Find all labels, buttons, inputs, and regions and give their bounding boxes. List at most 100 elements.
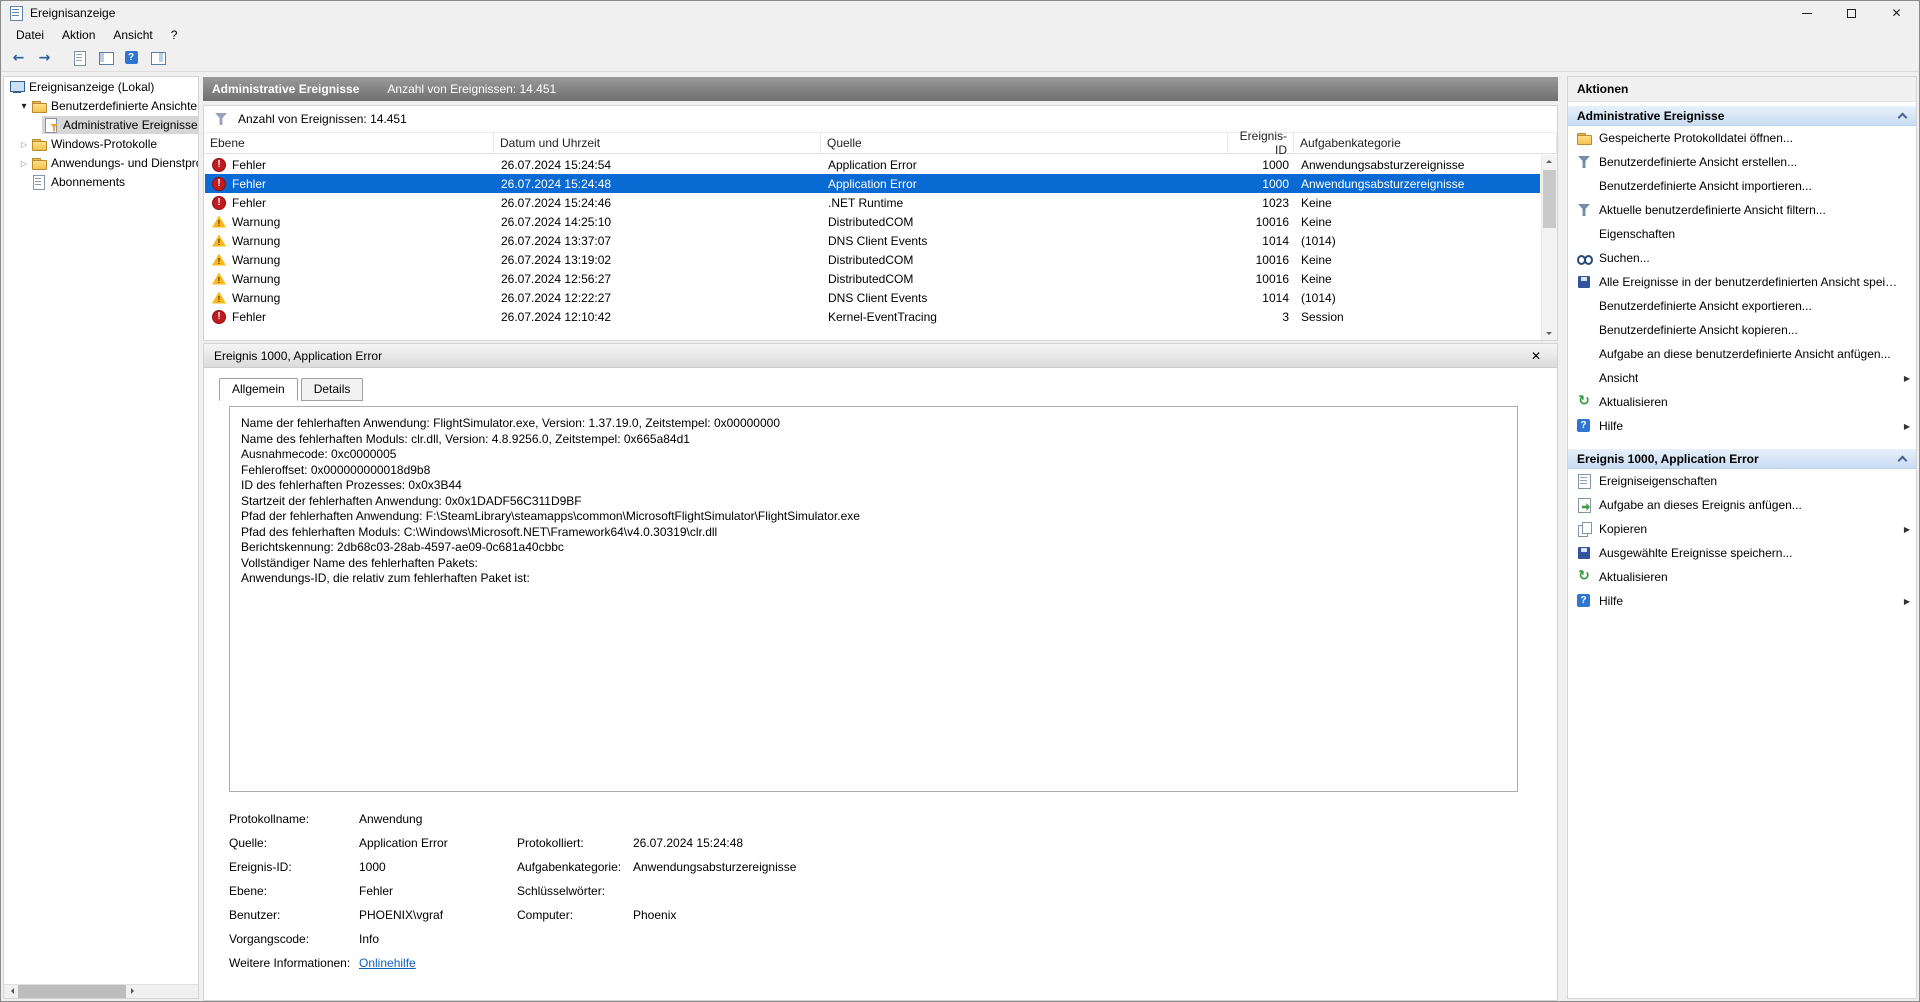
action-item[interactable]: Kopieren ▶ xyxy=(1568,517,1916,541)
action-item[interactable]: Aufgabe an dieses Ereignis anfügen... ▶ xyxy=(1568,493,1916,517)
action-item[interactable]: Benutzerdefinierte Ansicht exportieren..… xyxy=(1568,294,1916,318)
tree-label: Administrative Ereignisse xyxy=(63,117,198,132)
action-item[interactable]: Aktualisieren ▶ xyxy=(1568,565,1916,589)
event-row[interactable]: Fehler 26.07.2024 15:24:54 Application E… xyxy=(205,155,1540,174)
expander-closed-icon[interactable] xyxy=(18,134,30,153)
event-date-cell: 26.07.2024 14:25:10 xyxy=(501,214,612,229)
view-title: Administrative Ereignisse xyxy=(212,82,360,96)
action-section-header[interactable]: Ereignis 1000, Application Error xyxy=(1568,448,1916,469)
tree-item-root[interactable]: Ereignisanzeige (Lokal) xyxy=(4,77,198,96)
toolbar-button[interactable] xyxy=(145,47,170,70)
submenu-arrow-icon: ▶ xyxy=(1903,421,1910,431)
action-item[interactable]: Aufgabe an diese benutzerdefinierte Ansi… xyxy=(1568,342,1916,366)
action-item[interactable]: Ereigniseigenschaften ▶ xyxy=(1568,469,1916,493)
scroll-up-icon[interactable] xyxy=(1542,155,1557,169)
maximize-button[interactable] xyxy=(1829,1,1874,25)
events-list: Anzahl von Ereignissen: 14.451 Ebene Dat… xyxy=(203,105,1558,341)
toolbar-button[interactable] xyxy=(119,47,144,70)
tree-label: Ereignisanzeige (Lokal) xyxy=(29,79,155,94)
toolbar-button[interactable] xyxy=(32,47,57,70)
minimize-button[interactable] xyxy=(1784,1,1829,25)
column-header-event-id[interactable]: Ereignis-ID xyxy=(1228,129,1294,157)
tab-details[interactable]: Details xyxy=(300,378,364,401)
tree-item-windows-logs[interactable]: Windows-Protokolle xyxy=(4,134,198,153)
toggle-console-tree-icon xyxy=(98,50,114,66)
menu-item[interactable]: Ansicht xyxy=(104,26,161,44)
expander-open-icon[interactable] xyxy=(18,96,30,115)
submenu-arrow-icon: ▶ xyxy=(1903,596,1910,606)
menu-item[interactable]: ? xyxy=(162,26,187,44)
action-item[interactable]: Eigenschaften ▶ xyxy=(1568,222,1916,246)
event-level-cell: Fehler xyxy=(205,195,495,210)
event-row[interactable]: Warnung 26.07.2024 12:22:27 DNS Client E… xyxy=(205,288,1540,307)
action-item[interactable]: Suchen... ▶ xyxy=(1568,246,1916,270)
computer-icon xyxy=(9,79,25,95)
action-item[interactable]: Ausgewählte Ereignisse speichern... ▶ xyxy=(1568,541,1916,565)
column-header-task-category[interactable]: Aufgabenkategorie xyxy=(1294,133,1557,153)
no-icon xyxy=(1576,226,1592,242)
toolbar-button[interactable] xyxy=(6,47,31,70)
tree-item-administrative-events[interactable]: Administrative Ereignisse xyxy=(4,115,198,134)
tree-item-app-service-logs[interactable]: Anwendungs- und Dienstprotokolle xyxy=(4,153,198,172)
event-row[interactable]: Fehler 26.07.2024 15:24:48 Application E… xyxy=(205,174,1540,193)
action-item[interactable]: Benutzerdefinierte Ansicht importieren..… xyxy=(1568,174,1916,198)
close-button[interactable]: ✕ xyxy=(1874,1,1919,25)
field-value: Phoenix xyxy=(633,908,677,922)
tree-horizontal-scrollbar[interactable] xyxy=(4,984,198,998)
event-row[interactable]: Fehler 26.07.2024 12:10:42 Kernel-EventT… xyxy=(205,307,1540,326)
event-row[interactable]: Warnung 26.07.2024 13:37:07 DNS Client E… xyxy=(205,231,1540,250)
action-item[interactable]: Gespeicherte Protokolldatei öffnen... ▶ xyxy=(1568,126,1916,150)
tree-item-subscriptions[interactable]: Abonnements xyxy=(4,172,198,191)
section-title: Administrative Ereignisse xyxy=(1577,108,1725,123)
collapse-chevron-icon[interactable] xyxy=(1896,452,1910,466)
field-value: 1000 xyxy=(359,860,386,874)
event-row[interactable]: Warnung 26.07.2024 13:19:02 DistributedC… xyxy=(205,250,1540,269)
scrollbar-thumb[interactable] xyxy=(18,985,126,998)
event-source-cell: DNS Client Events xyxy=(828,233,928,248)
menu-item[interactable]: Datei xyxy=(7,26,53,44)
action-item[interactable]: Ansicht ▶ xyxy=(1568,366,1916,390)
tree-item-custom-views[interactable]: Benutzerdefinierte Ansichten xyxy=(4,96,198,115)
scroll-right-icon[interactable] xyxy=(126,985,140,998)
actions-pane: Aktionen Administrative Ereignisse Gespe… xyxy=(1567,76,1917,999)
expander-closed-icon[interactable] xyxy=(18,153,30,172)
event-row[interactable]: Warnung 26.07.2024 14:25:10 DistributedC… xyxy=(205,212,1540,231)
action-item[interactable]: Benutzerdefinierte Ansicht erstellen... … xyxy=(1568,150,1916,174)
action-item[interactable]: Alle Ereignisse in der benutzerdefiniert… xyxy=(1568,270,1916,294)
scroll-down-icon[interactable] xyxy=(1542,326,1557,340)
toolbar-button[interactable] xyxy=(67,47,92,70)
event-text-line: Berichtskennung: 2db68c03-28ab-4597-ae09… xyxy=(241,540,564,554)
event-id-cell: 10016 xyxy=(1255,214,1289,229)
no-icon xyxy=(1576,346,1592,362)
column-header-source[interactable]: Quelle xyxy=(821,133,1228,153)
action-section-header[interactable]: Administrative Ereignisse xyxy=(1568,105,1916,126)
column-header-level[interactable]: Ebene xyxy=(204,133,494,153)
no-icon xyxy=(1576,178,1592,194)
events-vertical-scrollbar[interactable] xyxy=(1541,155,1557,340)
action-item[interactable]: Hilfe ▶ xyxy=(1568,589,1916,613)
event-level-cell: Warnung xyxy=(205,215,495,229)
field-row: Ereignis-ID: 1000 Aufgabenkategorie: Anw… xyxy=(229,855,1517,879)
event-id-cell: 1023 xyxy=(1262,195,1289,210)
event-row[interactable]: Warnung 26.07.2024 12:56:27 DistributedC… xyxy=(205,269,1540,288)
close-detail-icon[interactable]: ✕ xyxy=(1525,349,1547,363)
custom-view-icon xyxy=(43,117,59,133)
event-row[interactable]: Fehler 26.07.2024 15:24:46 .NET Runtime … xyxy=(205,193,1540,212)
tab-allgemein[interactable]: Allgemein xyxy=(219,378,298,401)
detail-header: Ereignis 1000, Application Error ✕ xyxy=(204,344,1557,368)
submenu-arrow-icon: ▶ xyxy=(1903,373,1910,383)
action-item[interactable]: Hilfe ▶ xyxy=(1568,414,1916,438)
warning-icon xyxy=(212,272,226,286)
scroll-left-icon[interactable] xyxy=(4,985,18,998)
collapse-chevron-icon[interactable] xyxy=(1896,109,1910,123)
action-item[interactable]: Aktuelle benutzerdefinierte Ansicht filt… xyxy=(1568,198,1916,222)
online-help-link[interactable]: Onlinehilfe xyxy=(359,956,517,970)
action-item[interactable]: Aktualisieren ▶ xyxy=(1568,390,1916,414)
scrollbar-thumb[interactable] xyxy=(1543,170,1556,228)
column-header-date[interactable]: Datum und Uhrzeit xyxy=(494,133,821,153)
menu-item[interactable]: Aktion xyxy=(53,26,104,44)
event-description[interactable]: Name der fehlerhaften Anwendung: FlightS… xyxy=(229,406,1518,792)
toolbar-button[interactable] xyxy=(93,47,118,70)
action-item[interactable]: Benutzerdefinierte Ansicht kopieren... ▶ xyxy=(1568,318,1916,342)
warning-icon xyxy=(212,253,226,267)
